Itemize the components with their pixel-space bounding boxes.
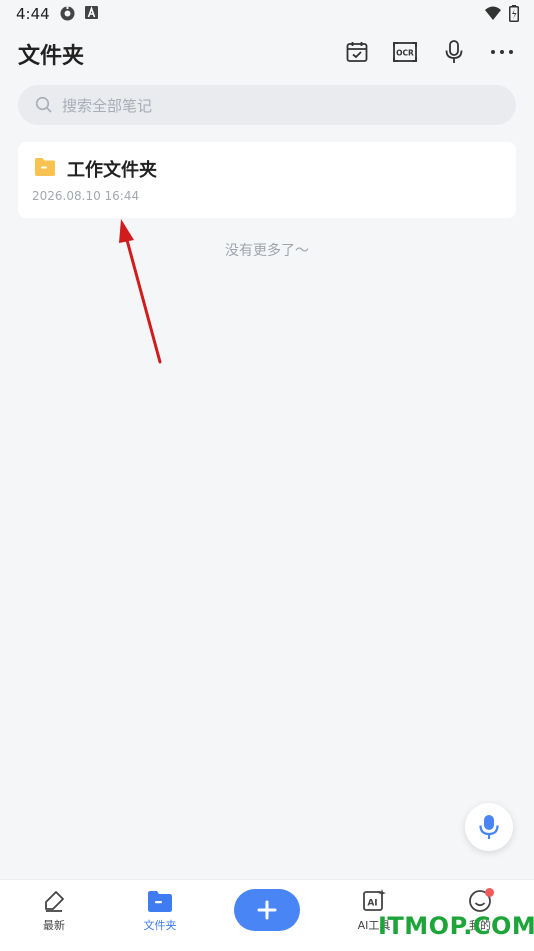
ai-icon: AI bbox=[363, 889, 386, 911]
microphone-icon bbox=[479, 815, 499, 839]
annotation-arrow bbox=[119, 219, 162, 364]
edit-icon bbox=[45, 891, 64, 912]
plus-icon bbox=[257, 900, 277, 920]
svg-text:AI: AI bbox=[367, 899, 377, 909]
tab-label: 最新 bbox=[43, 919, 65, 932]
notification-badge bbox=[485, 888, 494, 897]
tab-latest[interactable]: 最新 bbox=[14, 888, 94, 933]
tab-label: 文件夹 bbox=[143, 919, 177, 932]
voice-note-button[interactable] bbox=[465, 803, 513, 851]
add-note-button[interactable] bbox=[234, 889, 300, 931]
watermark: ITMOP.COM bbox=[378, 912, 534, 940]
folder-icon bbox=[148, 890, 172, 912]
tab-folders[interactable]: 文件夹 bbox=[120, 888, 200, 933]
